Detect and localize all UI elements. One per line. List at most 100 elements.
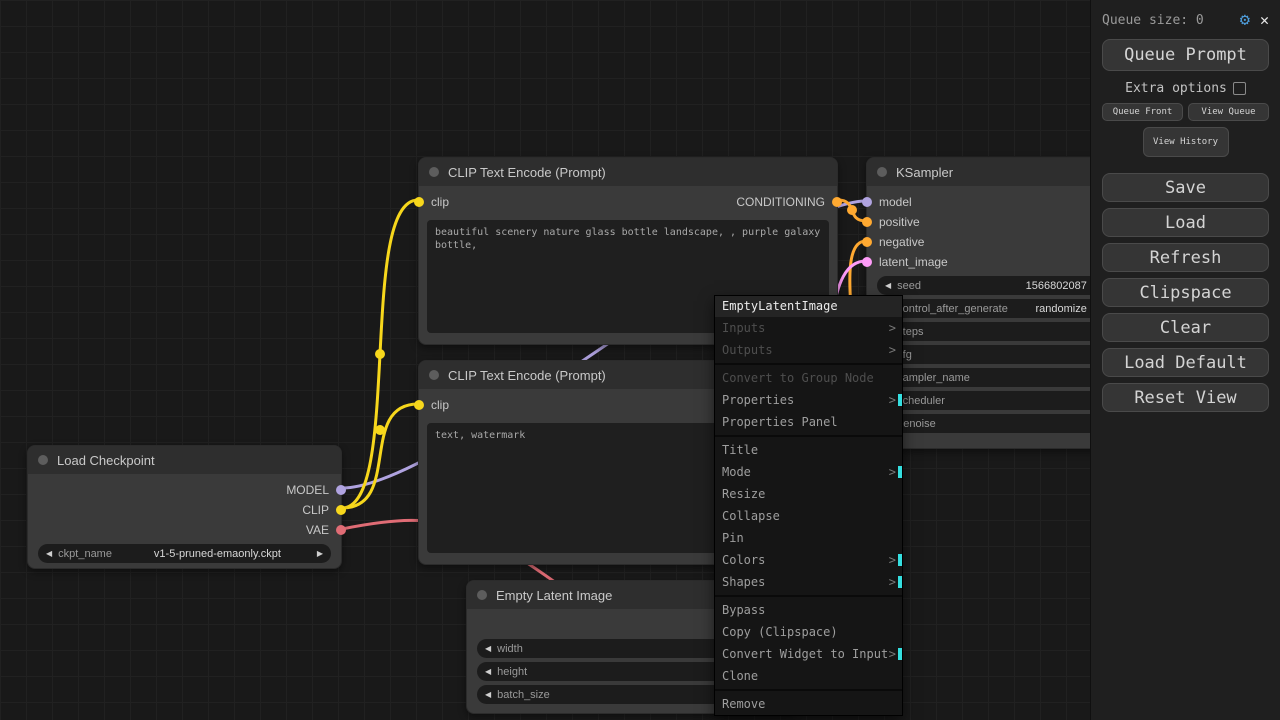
queue-size-label: Queue size: 0 [1102, 12, 1204, 28]
refresh-button[interactable]: Refresh [1102, 243, 1269, 272]
submenu-arrow-icon: > [888, 343, 896, 357]
menu-separator [715, 435, 902, 437]
submenu-arrow-icon: > [888, 647, 896, 661]
link-midpoint-dot [847, 205, 857, 215]
load-button[interactable]: Load [1102, 208, 1269, 237]
menu-item-clone[interactable]: Clone [715, 665, 902, 687]
slot-row: VAE [28, 520, 346, 540]
collapse-dot[interactable] [429, 167, 439, 177]
left-arrow-icon[interactable]: ◀ [485, 690, 491, 699]
left-arrow-icon[interactable]: ◀ [885, 281, 891, 290]
menu-item-collapse[interactable]: Collapse [715, 505, 902, 527]
menu-separator [715, 595, 902, 597]
vae-output-dot[interactable] [336, 525, 346, 535]
collapse-dot[interactable] [877, 167, 887, 177]
sampler-name-widget[interactable]: ◀ sampler_name ▶ [877, 368, 1107, 387]
menu-item-copy-clipspace[interactable]: Copy (Clipspace) [715, 621, 902, 643]
slot-row: MODEL [28, 480, 346, 500]
submenu-arrow-icon: > [888, 393, 896, 407]
menu-separator [715, 363, 902, 365]
collapse-dot[interactable] [477, 590, 487, 600]
vae-output-label: VAE [305, 523, 329, 537]
wire-clip-to-negative [340, 402, 420, 510]
widget-label: seed [897, 279, 922, 292]
model-input-dot[interactable] [862, 197, 872, 207]
clipspace-button[interactable]: Clipspace [1102, 278, 1269, 307]
menu-item-mode[interactable]: Mode > [715, 461, 902, 483]
submenu-accent [898, 466, 902, 478]
steps-widget[interactable]: ◀ steps ▶ [877, 322, 1107, 341]
collapse-dot[interactable] [38, 455, 48, 465]
right-arrow-icon[interactable]: ▶ [317, 549, 323, 558]
widget-label: scheduler [897, 394, 945, 407]
cfg-widget[interactable]: ◀ cfg ▶ [877, 345, 1107, 364]
conditioning-output-dot[interactable] [832, 197, 842, 207]
latent-image-input-dot[interactable] [862, 257, 872, 267]
seed-widget[interactable]: ◀ seed 1566802087 ▶ [877, 276, 1107, 295]
slot-row: negative [862, 232, 1117, 252]
collapse-dot[interactable] [429, 370, 439, 380]
positive-input-dot[interactable] [862, 217, 872, 227]
extra-options-checkbox[interactable] [1232, 82, 1246, 95]
slot-row: CLIP [28, 500, 346, 520]
menu-item-properties-panel[interactable]: Properties Panel [715, 411, 902, 433]
close-icon[interactable]: ✕ [1260, 11, 1269, 29]
scheduler-widget[interactable]: ◀ scheduler ▶ [877, 391, 1107, 410]
menu-item-remove[interactable]: Remove [715, 693, 902, 715]
view-history-row: View History [1102, 127, 1269, 157]
left-arrow-icon[interactable]: ◀ [46, 549, 52, 558]
menu-item-resize[interactable]: Resize [715, 483, 902, 505]
submenu-accent [898, 394, 902, 406]
submenu-arrow-icon: > [888, 575, 896, 589]
denoise-widget[interactable]: ◀ denoise ▶ [877, 414, 1107, 433]
save-button[interactable]: Save [1102, 173, 1269, 202]
model-input-label: model [879, 195, 912, 209]
submenu-accent [898, 554, 902, 566]
view-queue-button[interactable]: View Queue [1188, 103, 1269, 121]
clip-output-label: CLIP [302, 503, 329, 517]
clip-output-dot[interactable] [336, 505, 346, 515]
widget-label: control_after_generate [897, 302, 1008, 315]
queue-prompt-button[interactable]: Queue Prompt [1102, 39, 1269, 71]
negative-input-label: negative [879, 235, 925, 249]
menu-item-bypass[interactable]: Bypass [715, 599, 902, 621]
menu-item-shapes[interactable]: Shapes > [715, 571, 902, 593]
clip-input-label: clip [431, 398, 450, 412]
left-arrow-icon[interactable]: ◀ [485, 667, 491, 676]
comfy-menu-panel: Queue size: 0 ⚙ ✕ Queue Prompt Extra opt… [1090, 0, 1280, 720]
node-ksampler[interactable]: KSampler model positive negative latent_… [862, 157, 1118, 449]
left-arrow-icon[interactable]: ◀ [485, 644, 491, 653]
clip-input-dot[interactable] [414, 197, 424, 207]
ckpt-name-widget[interactable]: ◀ ckpt_name v1-5-pruned-emaonly.ckpt ▶ [38, 544, 331, 563]
node-title: KSampler [896, 164, 954, 180]
node-header[interactable]: KSampler [867, 158, 1117, 186]
reset-view-button[interactable]: Reset View [1102, 383, 1269, 412]
node-load-checkpoint[interactable]: Load Checkpoint MODEL CLIP VAE ◀ ckpt_na… [27, 445, 346, 569]
node-header[interactable]: CLIP Text Encode (Prompt) [419, 158, 837, 186]
view-history-button[interactable]: View History [1142, 127, 1229, 157]
menu-item-pin[interactable]: Pin [715, 527, 902, 549]
link-midpoint-dot [375, 349, 385, 359]
widget-value: randomize [1035, 302, 1087, 315]
queue-front-button[interactable]: Queue Front [1102, 103, 1183, 121]
submenu-arrow-icon: > [888, 553, 896, 567]
negative-input-dot[interactable] [862, 237, 872, 247]
clip-input-dot[interactable] [414, 400, 424, 410]
menu-item-convert-widget-to-input[interactable]: Convert Widget to Input > [715, 643, 902, 665]
slot-row: clip CONDITIONING [414, 192, 842, 212]
widget-label: batch_size [497, 688, 550, 701]
clear-button[interactable]: Clear [1102, 313, 1269, 342]
model-output-dot[interactable] [336, 485, 346, 495]
menu-item-properties[interactable]: Properties > [715, 389, 902, 411]
node-context-menu: EmptyLatentImage Inputs > Outputs > Conver… [714, 295, 903, 716]
menu-item-title[interactable]: Title [715, 439, 902, 461]
positive-input-label: positive [879, 215, 920, 229]
settings-gear-icon[interactable]: ⚙ [1240, 10, 1250, 30]
menu-item-colors[interactable]: Colors > [715, 549, 902, 571]
node-title: CLIP Text Encode (Prompt) [448, 164, 606, 180]
queue-buttons-row: Queue Front View Queue [1102, 103, 1269, 121]
menu-item-outputs: Outputs > [715, 339, 902, 361]
control-after-generate-widget[interactable]: ◀ control_after_generate randomize ▶ [877, 299, 1107, 318]
node-header[interactable]: Load Checkpoint [28, 446, 341, 474]
load-default-button[interactable]: Load Default [1102, 348, 1269, 377]
